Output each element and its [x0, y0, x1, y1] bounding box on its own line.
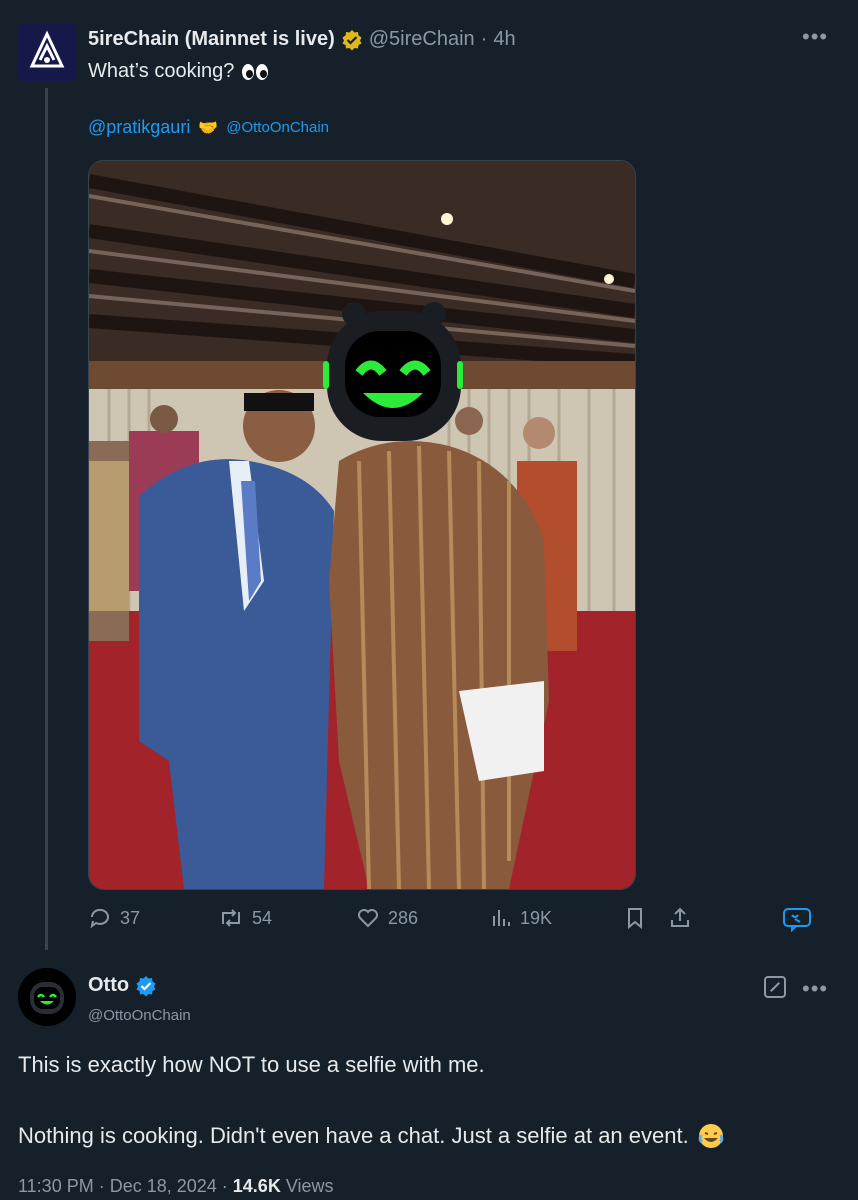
- like-count: 286: [388, 907, 419, 928]
- 5irechain-logo-icon: [18, 24, 76, 82]
- mention-ottoonchain[interactable]: @OttoOnChain: [226, 119, 329, 136]
- repost-icon: [222, 909, 240, 927]
- author-name[interactable]: 5ireChain (Mainnet is live): [88, 28, 335, 51]
- reply-author-header: Otto: [88, 974, 157, 997]
- thread-line: [45, 88, 48, 950]
- reply-count: 37: [120, 907, 141, 928]
- share-icon: [671, 907, 689, 927]
- tweet-photo[interactable]: [88, 160, 636, 890]
- repost-button[interactable]: 54: [218, 906, 272, 930]
- author-avatar-otto[interactable]: [18, 968, 76, 1026]
- author-avatar-5irechain[interactable]: [18, 24, 76, 82]
- reply-author-handle[interactable]: @OttoOnChain: [88, 1007, 191, 1024]
- reply-views-label: Views: [280, 1176, 334, 1196]
- grok-icon: [783, 908, 811, 932]
- tweet-text: What’s cooking?: [88, 60, 269, 83]
- eyes-emoji-icon: [242, 63, 269, 80]
- reply-views-count: 14.6K: [232, 1176, 281, 1196]
- tweet-time[interactable]: 4h: [493, 28, 515, 51]
- share-button[interactable]: [668, 906, 692, 930]
- reply-button[interactable]: 37: [88, 906, 140, 930]
- repost-count: 54: [252, 907, 273, 928]
- more-icon[interactable]: •••: [802, 24, 828, 50]
- reply-meta: 11:30 PM · Dec 18, 2024 · 14.6K Views: [18, 1176, 334, 1197]
- tweet-text-content: What’s cooking?: [88, 60, 235, 82]
- views-button[interactable]: 19K: [490, 906, 552, 930]
- tweet-action-bar: 37 54 286 19K: [88, 906, 818, 942]
- dot-separator: ·: [480, 28, 488, 50]
- event-photo-image: [89, 161, 635, 889]
- reply-text-line-1: This is exactly how NOT to use a selfie …: [18, 1052, 485, 1077]
- tweet-mentions: @pratikgauri 🤝 @OttoOnChain: [88, 117, 329, 138]
- views-icon: [493, 910, 510, 926]
- bookmark-button[interactable]: [624, 906, 646, 930]
- reply-text-line-2: Nothing is cooking. Didn't even have a c…: [18, 1123, 689, 1148]
- tweet-header: 5ireChain (Mainnet is live) @5ireChain ·…: [88, 28, 516, 51]
- verified-blue-badge-icon: [136, 975, 156, 996]
- reply-icon: [90, 908, 109, 929]
- verified-gold-badge-icon: [342, 29, 362, 50]
- bookmark-icon: [628, 908, 642, 930]
- mention-pratikgauri[interactable]: @pratikgauri: [88, 117, 190, 138]
- reply-more-icon[interactable]: •••: [802, 976, 828, 1002]
- views-count: 19K: [520, 907, 553, 928]
- otto-robot-avatar-icon: [18, 968, 76, 1026]
- laughing-crying-emoji-icon: [698, 1124, 724, 1148]
- heart-icon: [358, 909, 378, 928]
- grok-button[interactable]: [782, 906, 812, 932]
- like-button[interactable]: 286: [356, 906, 418, 930]
- author-handle[interactable]: @5ireChain: [369, 28, 475, 51]
- grok-explain-icon[interactable]: [764, 976, 786, 998]
- reply-author-name[interactable]: Otto: [88, 974, 129, 997]
- reply-timestamp[interactable]: 11:30 PM · Dec 18, 2024 ·: [18, 1176, 233, 1196]
- handshake-emoji-icon: 🤝: [198, 119, 219, 137]
- reply-text-line-2-wrap: Nothing is cooking. Didn't even have a c…: [18, 1122, 725, 1150]
